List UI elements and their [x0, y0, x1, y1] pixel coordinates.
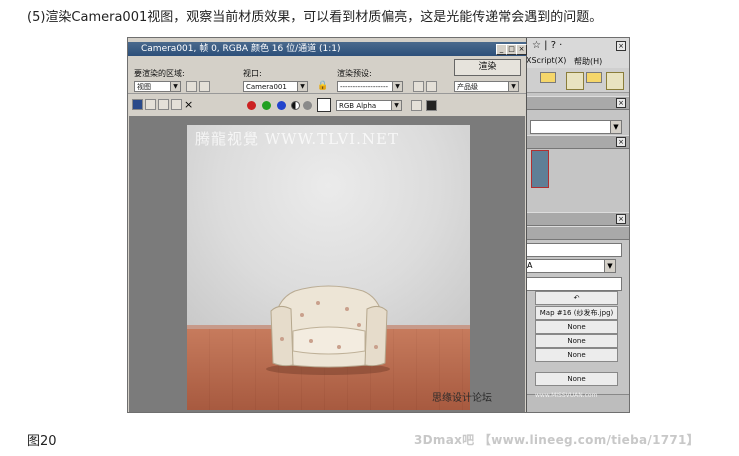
panel-dropdown-2[interactable]: A ▼ [526, 259, 616, 273]
quick-render-icon[interactable] [586, 72, 602, 83]
sofa-chair [266, 285, 390, 375]
alpha-channel-icon[interactable] [291, 101, 300, 110]
menu-maxscript[interactable]: XScript(X) [526, 56, 566, 65]
chevron-down-icon: ▼ [170, 82, 180, 91]
production-value: 产品级 [457, 83, 478, 91]
teapot-render-icon[interactable] [540, 72, 556, 83]
viewport-label: 视口: [243, 69, 262, 78]
image-watermark-bottom-cn: 思缘设计论坛 [432, 393, 492, 404]
environment-icon[interactable] [426, 81, 437, 92]
image-watermark-bottom-url: www.MISSVUAN.com [535, 392, 598, 399]
chevron-down-icon: ▼ [391, 101, 401, 110]
menu-help[interactable]: 帮助(H) [574, 56, 602, 67]
edit-region-icon[interactable] [186, 81, 197, 92]
none-button-2[interactable]: None [535, 334, 618, 348]
max-menu: XScript(X) 帮助(H) [526, 56, 629, 68]
viewport-value: Camera001 [246, 83, 287, 91]
panel-dropdown-1[interactable]: ▼ [530, 120, 622, 134]
green-channel-dot[interactable] [262, 101, 271, 110]
background-swatch[interactable] [317, 98, 331, 112]
preset-value: ------------------- [340, 83, 388, 91]
max-toolbar-text: ☆ | ? · [532, 40, 563, 51]
dropdown-text: A [527, 261, 533, 270]
auto-region-icon[interactable] [199, 81, 210, 92]
preset-label: 渲染预设: [337, 69, 372, 78]
footer-watermark: 3Dmax吧 【www.lineeg.com/tieba/1771】 [414, 433, 699, 447]
production-select[interactable]: 产品级 ▼ [454, 81, 519, 92]
max-icon-bar [526, 68, 629, 93]
screenshot: ☆ | ? · × XScript(X) 帮助(H) × ▼ × × A ▼ ↶ … [127, 37, 630, 413]
chevron-down-icon: ▼ [604, 260, 615, 272]
render-frame-icon[interactable] [606, 72, 624, 90]
close-icon[interactable]: × [616, 98, 626, 108]
clone-icon[interactable] [158, 99, 169, 110]
toolbar-separator [128, 93, 526, 94]
map-button[interactable]: Map #16 (纱发布.jpg) [535, 306, 618, 320]
mono-channel-dot[interactable] [303, 101, 312, 110]
render-viewport: 腾龍视覺 WWW.TLVI.NET [129, 116, 525, 412]
blue-channel-dot[interactable] [277, 101, 286, 110]
chevron-down-icon: ▼ [297, 82, 307, 91]
render-button[interactable]: 渲染 [454, 59, 521, 76]
channel-value: RGB Alpha [339, 102, 377, 110]
material-preview [531, 150, 549, 188]
panel-rollout-bar: × [526, 212, 629, 226]
panel-rollout-bar [526, 226, 629, 240]
max-top-toolbar: ☆ | ? · × XScript(X) 帮助(H) [526, 38, 629, 69]
channel-select[interactable]: RGB Alpha ▼ [336, 100, 402, 111]
panel-rollout-bar: × [526, 96, 629, 110]
figure-label: 图20 [27, 434, 57, 449]
image-watermark-top: 腾龍视覺 WWW.TLVI.NET [195, 130, 399, 148]
close-icon[interactable]: × [616, 41, 626, 51]
chevron-down-icon: ▼ [508, 82, 518, 91]
render-window-title: Camera001, 帧 0, RGBA 颜色 16 位/通道 (1:1) [141, 44, 341, 54]
clear-icon[interactable]: × [184, 99, 195, 110]
none-button-3[interactable]: None [535, 348, 618, 362]
none-button-1[interactable]: None [535, 320, 618, 334]
article-caption: (5)渲染Camera001视图，观察当前材质效果，可以看到材质偏亮，这是光能传… [27, 10, 603, 25]
toggle-ui-icon[interactable] [426, 100, 437, 111]
area-label: 要渲染的区域: [134, 69, 185, 78]
display-channel-icon[interactable] [411, 100, 422, 111]
red-channel-dot[interactable] [247, 101, 256, 110]
copy-icon[interactable] [145, 99, 156, 110]
chevron-down-icon: ▼ [610, 121, 621, 133]
render-setup-icon[interactable] [413, 81, 424, 92]
lock-icon[interactable]: 🔒 [317, 81, 328, 92]
print-icon[interactable] [171, 99, 182, 110]
panel-rollout-bar: × [526, 135, 629, 149]
render-window-titlebar: Camera001, 帧 0, RGBA 颜色 16 位/通道 (1:1) _ … [128, 42, 527, 56]
render-frame-window: Camera001, 帧 0, RGBA 颜色 16 位/通道 (1:1) _ … [128, 38, 527, 412]
close-button[interactable]: × [516, 44, 527, 55]
max-command-panel: ☆ | ? · × XScript(X) 帮助(H) × ▼ × × A ▼ ↶ … [526, 38, 629, 412]
close-icon[interactable]: × [616, 214, 626, 224]
preset-select[interactable]: ------------------- ▼ [337, 81, 403, 92]
panel-field[interactable] [526, 277, 622, 291]
viewport-select[interactable]: Camera001 ▼ [243, 81, 308, 92]
chevron-down-icon: ▼ [392, 82, 402, 91]
save-icon[interactable] [132, 99, 143, 110]
none-button-4[interactable]: None [535, 372, 618, 386]
undo-button[interactable]: ↶ [535, 291, 618, 305]
panel-field[interactable] [526, 243, 622, 257]
close-icon[interactable]: × [616, 137, 626, 147]
area-value: 视图 [137, 83, 151, 91]
rendered-image: 腾龍视覺 WWW.TLVI.NET [187, 125, 470, 410]
render-setup-icon[interactable] [566, 72, 584, 90]
area-select[interactable]: 视图 ▼ [134, 81, 181, 92]
